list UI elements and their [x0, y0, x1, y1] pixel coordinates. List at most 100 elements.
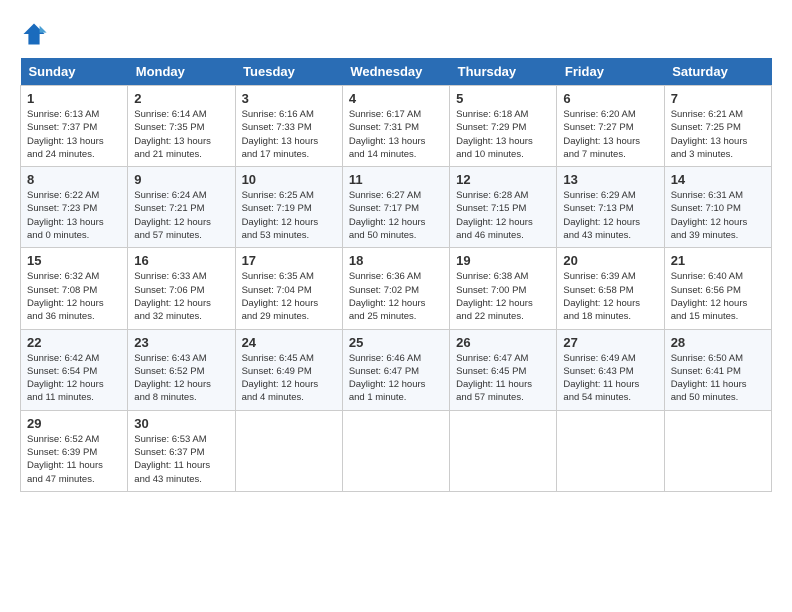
- day-info: Sunrise: 6:31 AM Sunset: 7:10 PM Dayligh…: [671, 189, 765, 242]
- calendar-week-3: 15 Sunrise: 6:32 AM Sunset: 7:08 PM Dayli…: [21, 248, 772, 329]
- calendar-cell: 15 Sunrise: 6:32 AM Sunset: 7:08 PM Dayli…: [21, 248, 128, 329]
- calendar-cell: 21 Sunrise: 6:40 AM Sunset: 6:56 PM Dayli…: [664, 248, 771, 329]
- calendar-cell: 9Sunrise: 6:24 AM Sunset: 7:21 PM Daylig…: [128, 167, 235, 248]
- day-info: Sunrise: 6:52 AM Sunset: 6:39 PM Dayligh…: [27, 433, 121, 486]
- day-info: Sunrise: 6:35 AM Sunset: 7:04 PM Dayligh…: [242, 270, 336, 323]
- calendar-cell: 6 Sunrise: 6:20 AM Sunset: 7:27 PM Daylig…: [557, 86, 664, 167]
- day-number: 21: [671, 253, 765, 268]
- calendar-cell: 19Sunrise: 6:38 AM Sunset: 7:00 PM Dayli…: [450, 248, 557, 329]
- day-info: Sunrise: 6:13 AM Sunset: 7:37 PM Dayligh…: [27, 108, 121, 161]
- logo: [20, 20, 52, 48]
- calendar-cell: 23Sunrise: 6:43 AM Sunset: 6:52 PM Dayli…: [128, 329, 235, 410]
- day-number: 15: [27, 253, 121, 268]
- calendar-week-4: 22Sunrise: 6:42 AM Sunset: 6:54 PM Dayli…: [21, 329, 772, 410]
- calendar-cell: [450, 410, 557, 491]
- day-number: 29: [27, 416, 121, 431]
- page-header: [20, 20, 772, 48]
- col-header-tuesday: Tuesday: [235, 58, 342, 86]
- calendar-cell: 25 Sunrise: 6:46 AM Sunset: 6:47 PM Dayli…: [342, 329, 449, 410]
- day-number: 20: [563, 253, 657, 268]
- day-info: Sunrise: 6:36 AM Sunset: 7:02 PM Dayligh…: [349, 270, 443, 323]
- day-number: 1: [27, 91, 121, 106]
- calendar-cell: 8 Sunrise: 6:22 AM Sunset: 7:23 PM Daylig…: [21, 167, 128, 248]
- day-number: 5: [456, 91, 550, 106]
- calendar-cell: 12 Sunrise: 6:28 AM Sunset: 7:15 PM Dayli…: [450, 167, 557, 248]
- day-number: 6: [563, 91, 657, 106]
- day-info: Sunrise: 6:17 AM Sunset: 7:31 PM Dayligh…: [349, 108, 443, 161]
- day-number: 2: [134, 91, 228, 106]
- day-info: Sunrise: 6:40 AM Sunset: 6:56 PM Dayligh…: [671, 270, 765, 323]
- calendar-cell: [342, 410, 449, 491]
- day-info: Sunrise: 6:45 AM Sunset: 6:49 PM Dayligh…: [242, 352, 336, 405]
- day-info: Sunrise: 6:22 AM Sunset: 7:23 PM Dayligh…: [27, 189, 121, 242]
- day-number: 10: [242, 172, 336, 187]
- day-info: Sunrise: 6:16 AM Sunset: 7:33 PM Dayligh…: [242, 108, 336, 161]
- col-header-monday: Monday: [128, 58, 235, 86]
- calendar-week-1: 1 Sunrise: 6:13 AM Sunset: 7:37 PM Daylig…: [21, 86, 772, 167]
- day-info: Sunrise: 6:33 AM Sunset: 7:06 PM Dayligh…: [134, 270, 228, 323]
- calendar-cell: 2 Sunrise: 6:14 AM Sunset: 7:35 PM Daylig…: [128, 86, 235, 167]
- calendar-cell: [557, 410, 664, 491]
- col-header-sunday: Sunday: [21, 58, 128, 86]
- calendar-cell: 26Sunrise: 6:47 AM Sunset: 6:45 PM Dayli…: [450, 329, 557, 410]
- calendar-cell: 13 Sunrise: 6:29 AM Sunset: 7:13 PM Dayli…: [557, 167, 664, 248]
- calendar-table: SundayMondayTuesdayWednesdayThursdayFrid…: [20, 58, 772, 492]
- day-info: Sunrise: 6:49 AM Sunset: 6:43 PM Dayligh…: [563, 352, 657, 405]
- day-info: Sunrise: 6:27 AM Sunset: 7:17 PM Dayligh…: [349, 189, 443, 242]
- day-number: 28: [671, 335, 765, 350]
- day-number: 26: [456, 335, 550, 350]
- day-info: Sunrise: 6:53 AM Sunset: 6:37 PM Dayligh…: [134, 433, 228, 486]
- logo-icon: [20, 20, 48, 48]
- day-info: Sunrise: 6:46 AM Sunset: 6:47 PM Dayligh…: [349, 352, 443, 405]
- day-number: 18: [349, 253, 443, 268]
- calendar-cell: 17Sunrise: 6:35 AM Sunset: 7:04 PM Dayli…: [235, 248, 342, 329]
- day-info: Sunrise: 6:43 AM Sunset: 6:52 PM Dayligh…: [134, 352, 228, 405]
- calendar-cell: [664, 410, 771, 491]
- day-number: 19: [456, 253, 550, 268]
- day-info: Sunrise: 6:32 AM Sunset: 7:08 PM Dayligh…: [27, 270, 121, 323]
- day-number: 13: [563, 172, 657, 187]
- calendar-cell: 27 Sunrise: 6:49 AM Sunset: 6:43 PM Dayli…: [557, 329, 664, 410]
- day-info: Sunrise: 6:24 AM Sunset: 7:21 PM Dayligh…: [134, 189, 228, 242]
- calendar-week-5: 29 Sunrise: 6:52 AM Sunset: 6:39 PM Dayli…: [21, 410, 772, 491]
- calendar-header-row: SundayMondayTuesdayWednesdayThursdayFrid…: [21, 58, 772, 86]
- calendar-cell: 28 Sunrise: 6:50 AM Sunset: 6:41 PM Dayli…: [664, 329, 771, 410]
- calendar-cell: 1 Sunrise: 6:13 AM Sunset: 7:37 PM Daylig…: [21, 86, 128, 167]
- day-number: 22: [27, 335, 121, 350]
- day-number: 14: [671, 172, 765, 187]
- day-info: Sunrise: 6:50 AM Sunset: 6:41 PM Dayligh…: [671, 352, 765, 405]
- col-header-wednesday: Wednesday: [342, 58, 449, 86]
- day-info: Sunrise: 6:14 AM Sunset: 7:35 PM Dayligh…: [134, 108, 228, 161]
- calendar-cell: 11 Sunrise: 6:27 AM Sunset: 7:17 PM Dayli…: [342, 167, 449, 248]
- calendar-cell: 4Sunrise: 6:17 AM Sunset: 7:31 PM Daylig…: [342, 86, 449, 167]
- calendar-cell: 10Sunrise: 6:25 AM Sunset: 7:19 PM Dayli…: [235, 167, 342, 248]
- day-info: Sunrise: 6:39 AM Sunset: 6:58 PM Dayligh…: [563, 270, 657, 323]
- calendar-cell: 16 Sunrise: 6:33 AM Sunset: 7:06 PM Dayli…: [128, 248, 235, 329]
- day-number: 8: [27, 172, 121, 187]
- day-number: 24: [242, 335, 336, 350]
- calendar-cell: 5 Sunrise: 6:18 AM Sunset: 7:29 PM Daylig…: [450, 86, 557, 167]
- calendar-cell: [235, 410, 342, 491]
- day-number: 7: [671, 91, 765, 106]
- day-number: 11: [349, 172, 443, 187]
- calendar-cell: 7Sunrise: 6:21 AM Sunset: 7:25 PM Daylig…: [664, 86, 771, 167]
- col-header-saturday: Saturday: [664, 58, 771, 86]
- day-number: 12: [456, 172, 550, 187]
- day-info: Sunrise: 6:28 AM Sunset: 7:15 PM Dayligh…: [456, 189, 550, 242]
- calendar-cell: 29 Sunrise: 6:52 AM Sunset: 6:39 PM Dayli…: [21, 410, 128, 491]
- calendar-cell: 24 Sunrise: 6:45 AM Sunset: 6:49 PM Dayli…: [235, 329, 342, 410]
- day-number: 27: [563, 335, 657, 350]
- col-header-thursday: Thursday: [450, 58, 557, 86]
- day-number: 16: [134, 253, 228, 268]
- calendar-cell: 3 Sunrise: 6:16 AM Sunset: 7:33 PM Daylig…: [235, 86, 342, 167]
- day-number: 30: [134, 416, 228, 431]
- calendar-week-2: 8 Sunrise: 6:22 AM Sunset: 7:23 PM Daylig…: [21, 167, 772, 248]
- day-info: Sunrise: 6:20 AM Sunset: 7:27 PM Dayligh…: [563, 108, 657, 161]
- calendar-cell: 30 Sunrise: 6:53 AM Sunset: 6:37 PM Dayli…: [128, 410, 235, 491]
- calendar-cell: 20 Sunrise: 6:39 AM Sunset: 6:58 PM Dayli…: [557, 248, 664, 329]
- day-info: Sunrise: 6:18 AM Sunset: 7:29 PM Dayligh…: [456, 108, 550, 161]
- day-number: 3: [242, 91, 336, 106]
- day-info: Sunrise: 6:29 AM Sunset: 7:13 PM Dayligh…: [563, 189, 657, 242]
- col-header-friday: Friday: [557, 58, 664, 86]
- day-number: 25: [349, 335, 443, 350]
